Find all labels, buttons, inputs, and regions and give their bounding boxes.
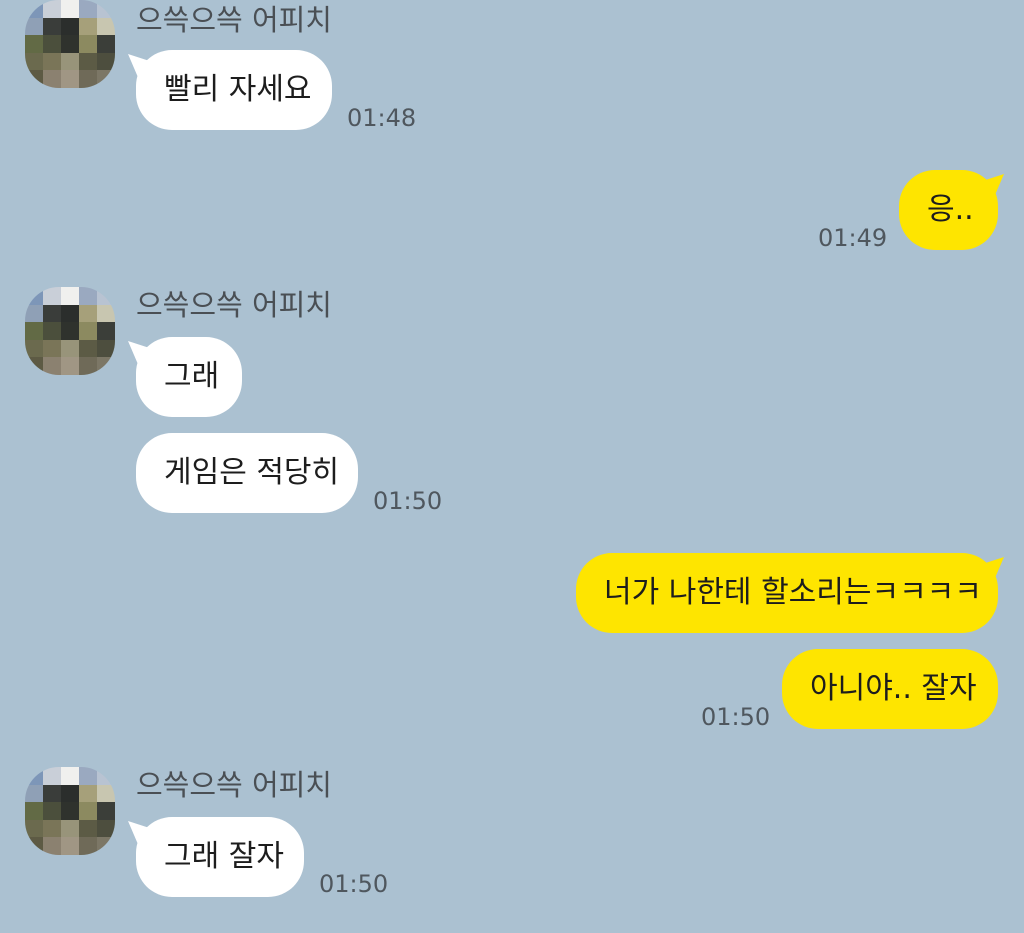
chat-room: 으쓱으쓱 어피치 빨리 자세요 01:48 응.. 01:49 으쓱으쓱 어피치… bbox=[0, 0, 1024, 933]
avatar-pixel bbox=[79, 784, 97, 803]
sender-name: 으쓱으쓱 어피치 bbox=[136, 3, 332, 37]
avatar-pixel bbox=[25, 339, 43, 358]
avatar-pixel bbox=[43, 819, 61, 838]
avatar-pixel bbox=[97, 304, 115, 323]
avatar-pixel bbox=[97, 767, 115, 785]
avatar-pixel bbox=[25, 0, 43, 18]
avatar-pixel bbox=[43, 35, 61, 53]
avatar-pixel bbox=[97, 339, 115, 358]
message-bubble-outgoing[interactable]: 응.. bbox=[899, 170, 998, 250]
avatar-pixel bbox=[25, 767, 43, 785]
message-timestamp: 01:48 bbox=[347, 104, 417, 132]
avatar-pixel bbox=[61, 767, 79, 785]
avatar-pixel bbox=[79, 819, 97, 838]
avatar-pixel bbox=[43, 70, 61, 88]
avatar-pixel bbox=[79, 767, 97, 785]
message-bubble-incoming[interactable]: 게임은 적당히 bbox=[136, 433, 358, 513]
avatar-pixel bbox=[25, 17, 43, 36]
message-timestamp: 01:49 bbox=[818, 224, 888, 252]
avatar-pixel bbox=[97, 0, 115, 18]
avatar-pixel bbox=[61, 17, 79, 36]
avatar-pixel bbox=[61, 52, 79, 71]
message-bubble-incoming[interactable]: 빨리 자세요 bbox=[136, 50, 332, 130]
avatar-pixel bbox=[61, 287, 79, 305]
avatar-pixel bbox=[79, 357, 97, 375]
avatar-pixel bbox=[79, 837, 97, 855]
avatar-pixel bbox=[61, 304, 79, 323]
avatar-pixel bbox=[79, 70, 97, 88]
avatar-pixel bbox=[97, 17, 115, 36]
avatar-pixel bbox=[97, 819, 115, 838]
avatar-pixel bbox=[79, 339, 97, 358]
message-bubble-outgoing[interactable]: 아니야.. 잘자 bbox=[782, 649, 998, 729]
avatar-pixel bbox=[25, 35, 43, 53]
avatar-pixel bbox=[61, 357, 79, 375]
avatar-pixel bbox=[61, 819, 79, 838]
sender-avatar[interactable] bbox=[25, 767, 115, 855]
avatar-pixel bbox=[25, 322, 43, 340]
message-bubble-incoming[interactable]: 그래 잘자 bbox=[136, 817, 304, 897]
sender-name: 으쓱으쓱 어피치 bbox=[136, 768, 332, 802]
avatar-pixel bbox=[25, 287, 43, 305]
avatar-pixel bbox=[79, 35, 97, 53]
avatar-pixel bbox=[79, 287, 97, 305]
avatar-pixel bbox=[25, 357, 43, 375]
avatar-pixel bbox=[25, 802, 43, 820]
avatar-pixel bbox=[43, 287, 61, 305]
avatar-pixel bbox=[25, 304, 43, 323]
avatar-pixel bbox=[97, 837, 115, 855]
avatar-pixel bbox=[43, 322, 61, 340]
avatar-pixel bbox=[79, 802, 97, 820]
sender-name: 으쓱으쓱 어피치 bbox=[136, 288, 332, 322]
avatar-pixel bbox=[25, 837, 43, 855]
avatar-pixel bbox=[43, 0, 61, 18]
avatar-pixel bbox=[97, 357, 115, 375]
avatar-pixel bbox=[79, 52, 97, 71]
avatar-pixel bbox=[61, 802, 79, 820]
avatar-pixel bbox=[79, 0, 97, 18]
avatar-pixel bbox=[61, 0, 79, 18]
avatar-pixel bbox=[43, 17, 61, 36]
avatar-pixel bbox=[79, 17, 97, 36]
avatar-pixel bbox=[25, 784, 43, 803]
avatar-pixel bbox=[61, 837, 79, 855]
avatar-pixel bbox=[43, 304, 61, 323]
avatar-pixel bbox=[97, 802, 115, 820]
avatar-pixel bbox=[43, 767, 61, 785]
sender-avatar[interactable] bbox=[25, 0, 115, 88]
avatar-pixel bbox=[61, 339, 79, 358]
avatar-pixel bbox=[43, 339, 61, 358]
message-bubble-outgoing[interactable]: 너가 나한테 할소리는ㅋㅋㅋㅋ bbox=[576, 553, 998, 633]
avatar-pixel bbox=[25, 52, 43, 71]
avatar-pixel bbox=[79, 304, 97, 323]
avatar-pixel bbox=[97, 784, 115, 803]
sender-avatar[interactable] bbox=[25, 287, 115, 375]
avatar-pixel bbox=[25, 819, 43, 838]
avatar-pixel bbox=[43, 802, 61, 820]
avatar-pixel bbox=[43, 784, 61, 803]
avatar-pixel bbox=[43, 837, 61, 855]
avatar-pixel bbox=[43, 357, 61, 375]
avatar-pixel bbox=[61, 35, 79, 53]
avatar-pixel bbox=[79, 322, 97, 340]
message-timestamp: 01:50 bbox=[701, 703, 771, 731]
avatar-pixel bbox=[25, 70, 43, 88]
message-bubble-incoming[interactable]: 그래 bbox=[136, 337, 242, 417]
avatar-pixel bbox=[61, 322, 79, 340]
avatar-pixel bbox=[97, 322, 115, 340]
avatar-pixel bbox=[61, 70, 79, 88]
message-timestamp: 01:50 bbox=[373, 487, 443, 515]
avatar-pixel bbox=[97, 35, 115, 53]
avatar-pixel bbox=[43, 52, 61, 71]
message-timestamp: 01:50 bbox=[319, 870, 389, 898]
avatar-pixel bbox=[97, 70, 115, 88]
avatar-pixel bbox=[61, 784, 79, 803]
avatar-pixel bbox=[97, 52, 115, 71]
avatar-pixel bbox=[97, 287, 115, 305]
